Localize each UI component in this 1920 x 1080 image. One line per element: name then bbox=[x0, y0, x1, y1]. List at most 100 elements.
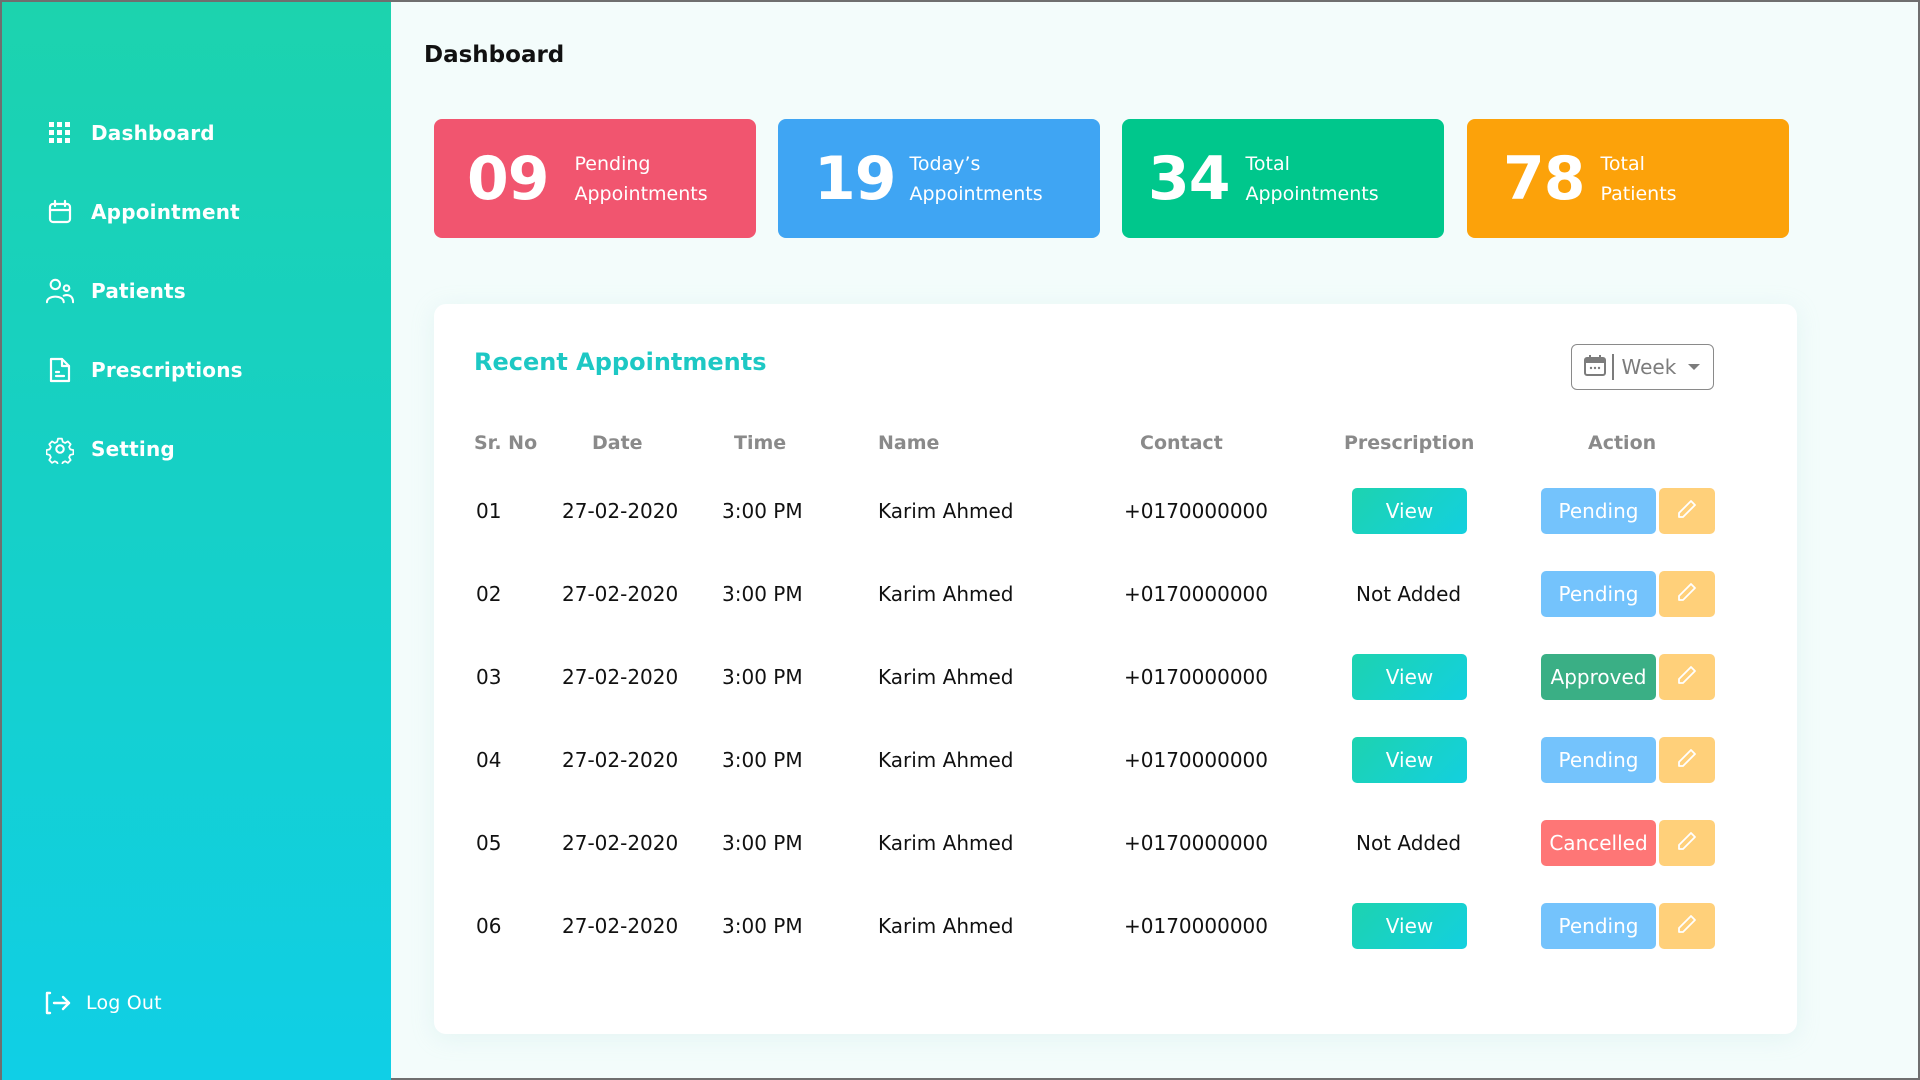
stat-card-pending[interactable]: 09 Pending Appointments bbox=[434, 119, 756, 238]
sidebar: Dashboard Appointment Patients Prescript… bbox=[2, 2, 391, 1080]
view-prescription-button[interactable]: View bbox=[1352, 903, 1467, 949]
logout-label: Log Out bbox=[86, 992, 162, 1014]
sidebar-item-label: Appointment bbox=[91, 200, 240, 224]
cell-date: 27-02-2020 bbox=[562, 831, 679, 855]
stat-label-line2: Appointments bbox=[574, 182, 708, 205]
page-title: Dashboard bbox=[424, 42, 565, 68]
stat-card-total-patients[interactable]: 78 Total Patients bbox=[1467, 119, 1789, 238]
prescription-status: Not Added bbox=[1356, 582, 1462, 606]
stat-value: 78 bbox=[1503, 143, 1585, 214]
stat-label-line1: Pending bbox=[574, 152, 651, 175]
gear-icon bbox=[46, 435, 74, 464]
cell-contact: +0170000000 bbox=[1124, 499, 1269, 523]
status-badge[interactable]: Approved bbox=[1541, 654, 1656, 700]
cell-date: 27-02-2020 bbox=[562, 499, 679, 523]
stat-card-today[interactable]: 19 Today’s Appointments bbox=[778, 119, 1100, 238]
cell-time: 3:00 PM bbox=[722, 914, 803, 938]
sidebar-item-dashboard[interactable]: Dashboard bbox=[46, 118, 215, 148]
status-badge[interactable]: Pending bbox=[1541, 571, 1656, 617]
pencil-icon bbox=[1676, 913, 1698, 940]
edit-button[interactable] bbox=[1659, 654, 1715, 700]
sidebar-item-appointment[interactable]: Appointment bbox=[46, 197, 240, 227]
period-select-value: Week bbox=[1621, 355, 1677, 379]
status-badge[interactable]: Pending bbox=[1541, 737, 1656, 783]
edit-button[interactable] bbox=[1659, 737, 1715, 783]
cell-date: 27-02-2020 bbox=[562, 748, 679, 772]
period-select[interactable]: Week bbox=[1571, 344, 1714, 390]
stat-label: Today’s Appointments bbox=[910, 149, 1043, 209]
stat-card-total-appointments[interactable]: 34 Total Appointments bbox=[1122, 119, 1444, 238]
edit-button[interactable] bbox=[1659, 571, 1715, 617]
cell-date: 27-02-2020 bbox=[562, 582, 679, 606]
pencil-icon bbox=[1676, 581, 1698, 608]
table-row: 04 27-02-2020 3:00 PM Karim Ahmed +017000000… bbox=[434, 737, 1797, 783]
recent-appointments-panel: Recent Appointments Week Sr. No Date Tim… bbox=[434, 304, 1797, 1034]
table-row: 02 27-02-2020 3:00 PM Karim Ahmed +017000000… bbox=[434, 571, 1797, 617]
stat-label-line2: Patients bbox=[1600, 182, 1677, 205]
cell-time: 3:00 PM bbox=[722, 831, 803, 855]
document-icon bbox=[46, 356, 74, 384]
cell-sr-no: 05 bbox=[476, 831, 502, 855]
cell-sr-no: 01 bbox=[476, 499, 502, 523]
cell-time: 3:00 PM bbox=[722, 582, 803, 606]
edit-button[interactable] bbox=[1659, 820, 1715, 866]
column-header-time: Time bbox=[734, 432, 787, 454]
cell-contact: +0170000000 bbox=[1124, 914, 1269, 938]
cell-time: 3:00 PM bbox=[722, 665, 803, 689]
users-icon bbox=[46, 277, 74, 305]
stat-label-line1: Today’s bbox=[909, 152, 981, 175]
cell-contact: +0170000000 bbox=[1124, 748, 1269, 772]
column-header-contact: Contact bbox=[1140, 432, 1223, 454]
sidebar-item-setting[interactable]: Setting bbox=[46, 434, 175, 464]
cell-date: 27-02-2020 bbox=[562, 665, 679, 689]
sidebar-item-prescriptions[interactable]: Prescriptions bbox=[46, 355, 243, 385]
column-header-date: Date bbox=[592, 432, 643, 454]
grid-icon bbox=[46, 119, 74, 147]
divider bbox=[1612, 354, 1614, 380]
cell-time: 3:00 PM bbox=[722, 748, 803, 772]
column-header-name: Name bbox=[878, 432, 940, 454]
sidebar-item-label: Dashboard bbox=[91, 121, 215, 145]
pencil-icon bbox=[1676, 498, 1698, 525]
view-prescription-button[interactable]: View bbox=[1352, 654, 1467, 700]
table-row: 03 27-02-2020 3:00 PM Karim Ahmed +017000000… bbox=[434, 654, 1797, 700]
sidebar-item-label: Setting bbox=[91, 437, 175, 461]
column-header-sr-no: Sr. No bbox=[474, 432, 538, 454]
edit-button[interactable] bbox=[1659, 488, 1715, 534]
pencil-icon bbox=[1676, 664, 1698, 691]
view-prescription-button[interactable]: View bbox=[1352, 488, 1467, 534]
cell-contact: +0170000000 bbox=[1124, 582, 1269, 606]
logout-icon bbox=[44, 989, 72, 1017]
stat-label-line2: Appointments bbox=[1245, 182, 1379, 205]
column-header-prescription: Prescription bbox=[1344, 432, 1475, 454]
view-prescription-button[interactable]: View bbox=[1352, 737, 1467, 783]
cell-sr-no: 02 bbox=[476, 582, 502, 606]
cell-name: Karim Ahmed bbox=[878, 499, 1014, 523]
status-badge[interactable]: Pending bbox=[1541, 903, 1656, 949]
table-row: 05 27-02-2020 3:00 PM Karim Ahmed +017000000… bbox=[434, 820, 1797, 866]
calendar-icon bbox=[1584, 354, 1606, 381]
cell-contact: +0170000000 bbox=[1124, 665, 1269, 689]
stat-label: Pending Appointments bbox=[575, 149, 708, 209]
sidebar-item-patients[interactable]: Patients bbox=[46, 276, 186, 306]
cell-sr-no: 04 bbox=[476, 748, 502, 772]
chevron-down-icon bbox=[1688, 364, 1701, 370]
logout-button[interactable]: Log Out bbox=[44, 988, 162, 1018]
stat-label: Total Appointments bbox=[1246, 149, 1379, 209]
table-row: 06 27-02-2020 3:00 PM Karim Ahmed +017000000… bbox=[434, 903, 1797, 949]
pencil-icon bbox=[1676, 747, 1698, 774]
edit-button[interactable] bbox=[1659, 903, 1715, 949]
cell-sr-no: 06 bbox=[476, 914, 502, 938]
column-header-action: Action bbox=[1588, 432, 1657, 454]
stat-label-line1: Total bbox=[1245, 152, 1290, 175]
sidebar-item-label: Patients bbox=[91, 279, 186, 303]
stat-label-line2: Appointments bbox=[909, 182, 1043, 205]
cell-name: Karim Ahmed bbox=[878, 914, 1014, 938]
sidebar-item-label: Prescriptions bbox=[91, 358, 243, 382]
cell-name: Karim Ahmed bbox=[878, 665, 1014, 689]
cell-sr-no: 03 bbox=[476, 665, 502, 689]
calendar-icon bbox=[46, 198, 74, 226]
status-badge[interactable]: Cancelled bbox=[1541, 820, 1656, 866]
cell-name: Karim Ahmed bbox=[878, 748, 1014, 772]
status-badge[interactable]: Pending bbox=[1541, 488, 1656, 534]
